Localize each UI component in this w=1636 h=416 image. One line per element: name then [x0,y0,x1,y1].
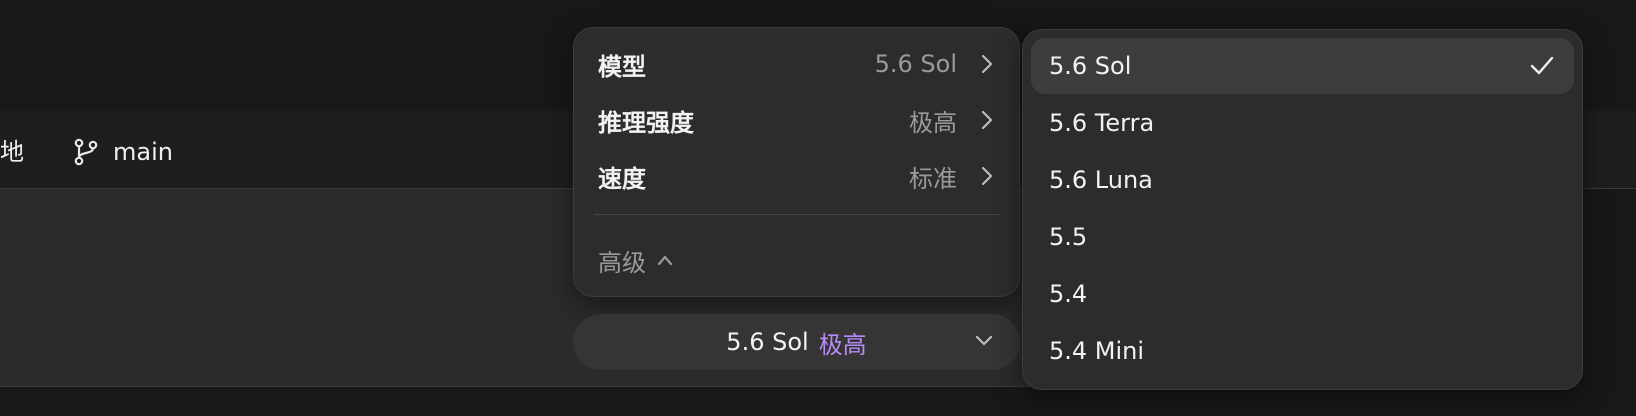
menu-item-reasoning-effort[interactable]: 推理强度 极高 [598,98,995,142]
chevron-right-icon [981,110,993,130]
menu-item-value: 极高 [909,108,957,137]
menu-divider [594,214,999,215]
model-option-label: 5.6 Terra [1049,109,1155,137]
branch-selector[interactable]: main [73,136,173,168]
advanced-label: 高级 [598,248,646,277]
checkmark-icon [1530,56,1554,75]
model-option-label: 5.5 [1049,223,1088,251]
model-selector-button[interactable]: 5.6 Sol 极高 [573,314,1020,370]
git-branch-icon [74,138,98,166]
menu-item-value: 5.6 Sol [874,50,957,78]
selected-model-label: 5.6 Sol [726,328,809,356]
model-dropdown: 5.6 Sol 5.6 Terra 5.6 Luna 5.5 5.4 5.4 M… [1022,29,1583,390]
menu-item-label: 速度 [598,164,646,193]
menu-item-model[interactable]: 模型 5.6 Sol [598,42,995,86]
location-label[interactable]: 地 [0,136,24,168]
app-root: 地 main 模型 5.6 Sol 推理强度 极高 速度 标准 高级 5.6 S… [0,0,1636,416]
model-option-label: 5.4 Mini [1049,337,1145,365]
model-option-5-4-mini[interactable]: 5.4 Mini [1031,323,1574,379]
menu-item-speed[interactable]: 速度 标准 [598,154,995,198]
model-option-5-6-luna[interactable]: 5.6 Luna [1031,152,1574,208]
model-option-label: 5.4 [1049,280,1088,308]
menu-item-label: 模型 [598,52,646,81]
menu-item-value: 标准 [909,164,957,193]
model-option-5-6-terra[interactable]: 5.6 Terra [1031,95,1574,151]
settings-menu: 模型 5.6 Sol 推理强度 极高 速度 标准 高级 [573,27,1020,297]
chevron-down-icon [975,335,993,346]
model-option-5-4[interactable]: 5.4 [1031,266,1574,322]
chevron-right-icon [981,166,993,186]
menu-item-label: 推理强度 [598,108,694,137]
chevron-right-icon [981,54,993,74]
branch-label: main [113,138,173,166]
model-option-5-6-sol[interactable]: 5.6 Sol [1031,38,1574,94]
advanced-toggle[interactable]: 高级 [598,238,674,282]
model-option-label: 5.6 Luna [1049,166,1153,194]
model-option-5-5[interactable]: 5.5 [1031,209,1574,265]
model-option-label: 5.6 Sol [1049,52,1132,80]
chevron-up-icon [657,255,673,266]
selected-effort-label: 极高 [818,330,867,359]
